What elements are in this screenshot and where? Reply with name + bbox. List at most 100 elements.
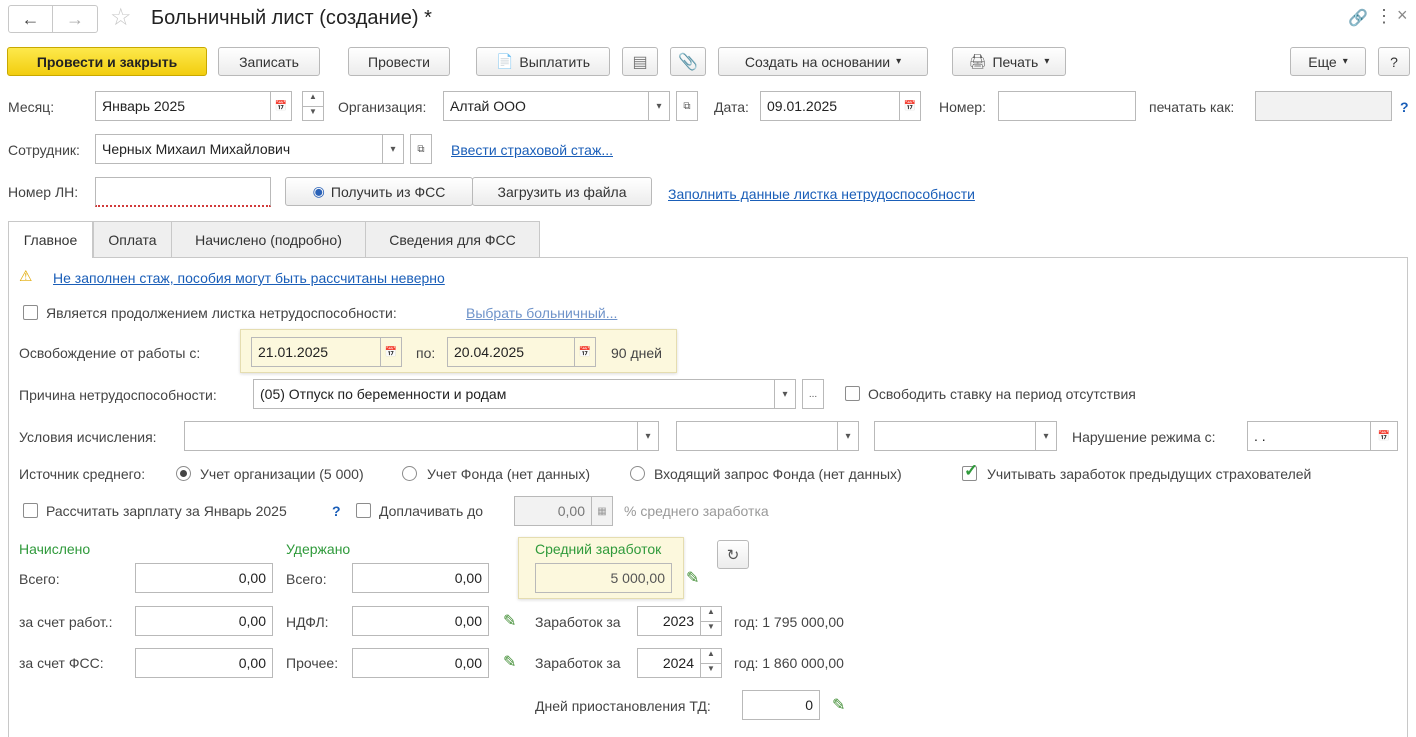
year1-spinner[interactable]: ▲ ▼ [700,606,722,636]
organization-label: Организация: [338,99,427,115]
topup-field[interactable]: 0,00 [514,496,592,526]
create-based-on-button[interactable]: Создать на основании ▾ [718,47,928,76]
chevron-down-icon[interactable]: ▾ [837,421,859,451]
reason-field[interactable]: (05) Отпуск по беременности и родам [253,379,775,409]
calendar-icon[interactable]: 📅 [380,337,402,367]
employee-field[interactable]: Черных Михаил Михайлович [95,134,383,164]
warning-icon: ⚠ [19,268,33,285]
more-button[interactable]: Еще ▾ [1290,47,1366,76]
accrued-employer-field[interactable]: 0,00 [135,606,273,636]
chevron-down-icon[interactable]: ▾ [637,421,659,451]
open-icon[interactable]: ⧉ [676,91,698,121]
print-as-field[interactable] [1255,91,1392,121]
date-label: Дата: [714,99,749,115]
calc-help-icon[interactable]: ? [332,503,341,519]
topup-suffix: % среднего заработка [624,503,769,519]
enter-insurance-experience-link[interactable]: Ввести страховой стаж... [451,142,613,158]
chevron-down-icon[interactable]: ▾ [382,134,404,164]
month-field[interactable]: Январь 2025 [95,91,271,121]
calendar-icon[interactable]: 📅 [574,337,596,367]
suspension-days-field[interactable]: 0 [742,690,820,720]
release-from-field[interactable]: 21.01.2025 [251,337,381,367]
tab-main-label: Главное [23,232,78,248]
forward-arrow-icon[interactable]: → [53,6,97,32]
calendar-icon[interactable]: 📅 [1370,421,1398,451]
withheld-other-field[interactable]: 0,00 [352,648,489,678]
edit-ndfl-pencil-icon[interactable]: ✎ [503,614,516,630]
violation-date-field[interactable]: . . [1247,421,1371,451]
topup-checkbox[interactable] [356,503,371,518]
chevron-down-icon[interactable]: ▾ [774,379,796,409]
save-button[interactable]: Записать [218,47,320,76]
load-file-label: Загрузить из файла [497,183,627,200]
month-spinner[interactable]: ▲ ▼ [302,91,324,121]
release-to-label: по: [416,345,436,361]
number-field[interactable] [998,91,1136,121]
refresh-icon: ↻ [726,546,740,564]
post-and-close-button[interactable]: Провести и закрыть [7,47,207,76]
tab-fss-info[interactable]: Сведения для ФСС [365,221,540,257]
withheld-total-field[interactable]: 0,00 [352,563,489,593]
source-request-radio[interactable] [630,466,645,481]
chevron-down-icon[interactable]: ▾ [648,91,670,121]
nav-back-forward: ← → [8,5,98,33]
pay-button[interactable]: 📄 Выплатить [476,47,610,76]
date-field[interactable]: 09.01.2025 [760,91,900,121]
load-from-file-button[interactable]: Загрузить из файла [472,177,652,206]
experience-warning-link[interactable]: Не заполнен стаж, пособия могут быть рас… [53,270,445,286]
open-icon[interactable]: ⧉ [410,134,432,164]
edit-average-pencil-icon[interactable]: ✎ [686,571,699,587]
tab-main[interactable]: Главное [8,221,93,258]
accrued-fss-field[interactable]: 0,00 [135,648,273,678]
tab-accrued-detailed[interactable]: Начислено (подробно) [171,221,366,257]
calculator-icon[interactable]: ▦ [591,496,613,526]
accrued-total-field[interactable]: 0,00 [135,563,273,593]
calc-salary-checkbox[interactable] [23,503,38,518]
withheld-ndfl-field[interactable]: 0,00 [352,606,489,636]
conditions-field-3[interactable] [874,421,1036,451]
conditions-field-1[interactable] [184,421,638,451]
ln-number-field[interactable] [95,177,271,207]
attach-button[interactable]: 📎 [670,47,706,76]
get-from-fss-button[interactable]: ◉ Получить из ФСС [285,177,473,206]
close-icon[interactable]: × [1397,5,1408,26]
continuation-checkbox[interactable] [23,305,38,320]
accrued-fss-label: за счет ФСС: [19,655,104,671]
year2-field[interactable]: 2024 [637,648,701,678]
withheld-title: Удержано [286,541,351,557]
document-list-button[interactable]: ▤ [622,47,658,76]
tab-fss-label: Сведения для ФСС [389,231,516,248]
release-to-field[interactable]: 20.04.2025 [447,337,575,367]
conditions-field-2[interactable] [676,421,838,451]
print-button[interactable]: 🖨 Печать ▾ [952,47,1066,76]
source-fund-radio[interactable] [402,466,417,481]
free-rate-checkbox[interactable] [845,386,860,401]
calendar-icon[interactable]: 📅 [899,91,921,121]
calendar-icon[interactable]: 📅 [270,91,292,121]
organization-field[interactable]: Алтай ООО [443,91,649,121]
refresh-button[interactable]: ↻ [717,540,749,569]
year1-field[interactable]: 2023 [637,606,701,636]
back-arrow-icon[interactable]: ← [9,6,54,32]
choose-sick-leave-link[interactable]: Выбрать больничный... [466,305,617,321]
source-org-radio[interactable] [176,466,191,481]
post-button[interactable]: Провести [348,47,450,76]
year2-spinner[interactable]: ▲ ▼ [700,648,722,678]
year2-amount: год: 1 860 000,00 [734,655,844,671]
help-button[interactable]: ? [1378,47,1410,76]
select-ellipsis-icon[interactable]: ... [802,379,824,409]
link-icon[interactable]: 🔗 [1348,8,1368,28]
earnings-year1-label: Заработок за [535,614,621,630]
reason-label: Причина нетрудоспособности: [19,387,217,403]
average-earnings-field[interactable]: 5 000,00 [535,563,672,593]
edit-suspension-pencil-icon[interactable]: ✎ [832,698,845,714]
prev-insurers-checkbox[interactable]: ✓ [962,461,978,481]
edit-other-pencil-icon[interactable]: ✎ [503,655,516,671]
dropdown-arrow-icon: ▾ [896,56,902,67]
favorite-star-icon[interactable]: ☆ [110,3,132,32]
fill-sick-leave-data-link[interactable]: Заполнить данные листка нетрудоспособнос… [668,186,975,202]
tab-payment[interactable]: Оплата [93,221,172,257]
more-vertical-icon[interactable]: ⋮ [1375,6,1393,27]
help-icon[interactable]: ? [1400,99,1409,115]
chevron-down-icon[interactable]: ▾ [1035,421,1057,451]
